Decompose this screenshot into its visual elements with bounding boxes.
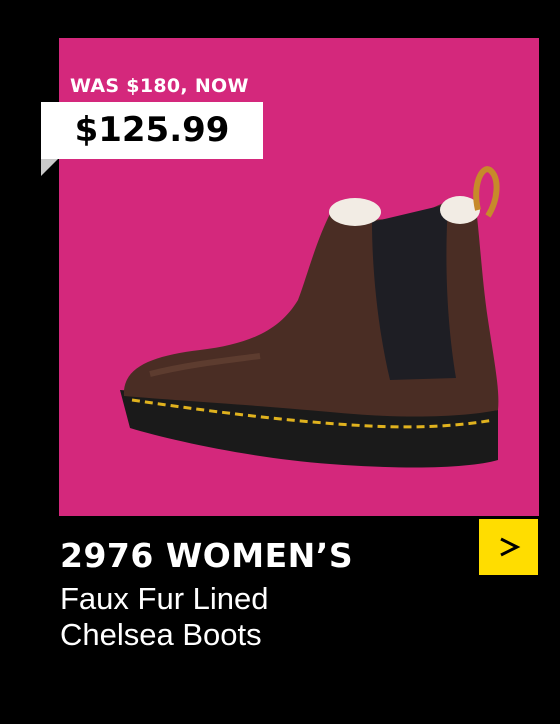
product-subtitle-line2: Chelsea Boots: [60, 617, 262, 652]
heel-pull-tab: [473, 166, 500, 218]
product-title: 2976 WOMEN’S: [60, 536, 354, 575]
chelsea-boot-image[interactable]: [110, 160, 510, 490]
product-subtitle: Faux Fur Lined Chelsea Boots: [60, 581, 269, 653]
chevron-right-icon: [499, 537, 520, 557]
was-price-label: WAS $180, NOW: [70, 75, 249, 97]
price-tag-fold: [41, 159, 58, 176]
product-subtitle-line1: Faux Fur Lined: [60, 581, 269, 616]
price-tag: $125.99: [41, 102, 263, 159]
fur-collar-left: [329, 198, 381, 226]
view-product-button[interactable]: [479, 519, 538, 575]
sale-price: $125.99: [74, 110, 230, 150]
elastic-gusset: [372, 204, 456, 380]
